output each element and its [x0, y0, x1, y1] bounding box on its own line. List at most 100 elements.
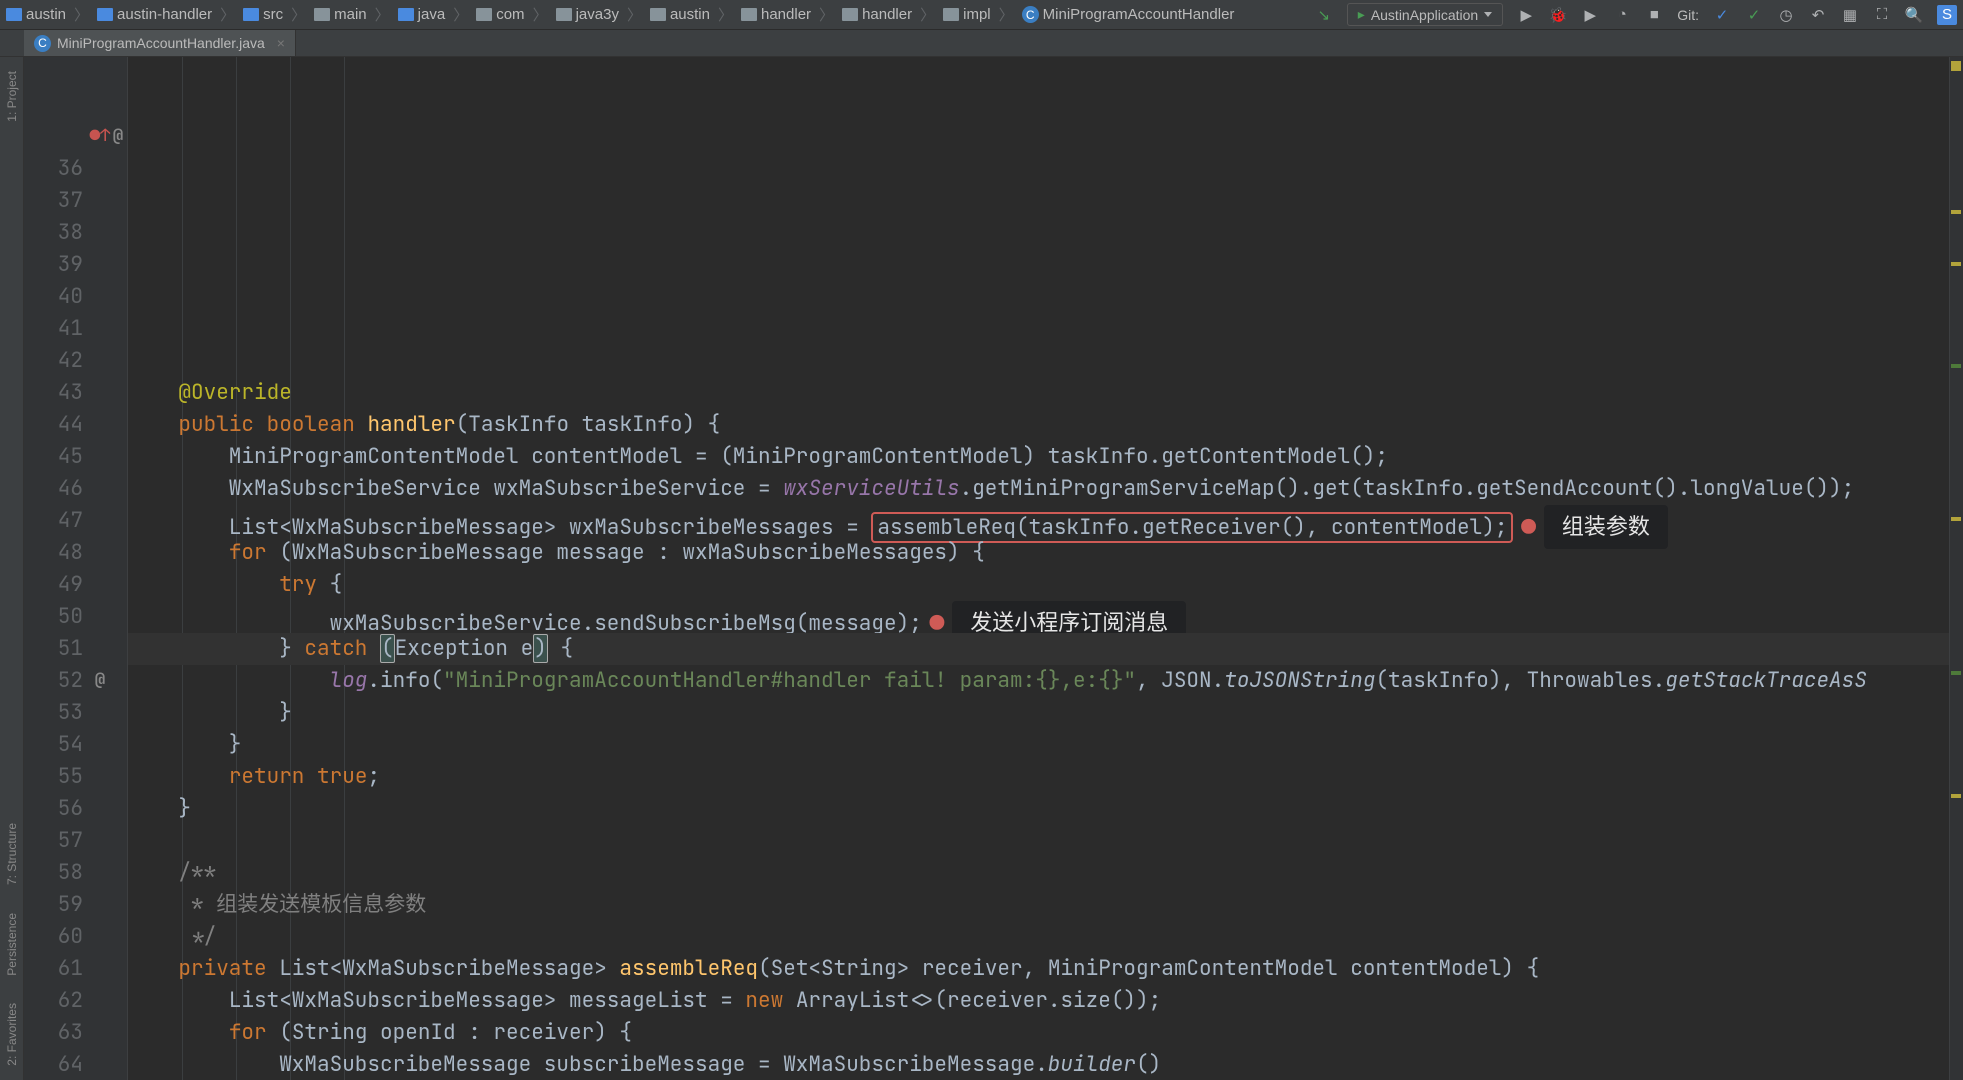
line-number[interactable]: 46: [24, 473, 83, 505]
code-line[interactable]: log.info("MiniProgramAccountHandler#hand…: [128, 665, 1949, 697]
line-number[interactable]: 60: [24, 921, 83, 953]
line-number[interactable]: 44: [24, 409, 83, 441]
crumb-austin-pkg[interactable]: austin〉: [650, 4, 737, 25]
git-history-icon[interactable]: ◷: [1777, 6, 1795, 24]
code-line[interactable]: }: [128, 729, 1949, 761]
marker-strip[interactable]: [1949, 57, 1963, 1080]
line-number[interactable]: 51: [24, 633, 83, 665]
line-number[interactable]: 56: [24, 793, 83, 825]
code-line[interactable]: MiniProgramContentModel contentModel = (…: [128, 441, 1949, 473]
code-line[interactable]: for (String openId : receiver) {: [128, 1017, 1949, 1049]
code-line[interactable]: [128, 345, 1949, 377]
revert-icon[interactable]: ↶: [1809, 6, 1827, 24]
code-line[interactable]: }: [128, 697, 1949, 729]
settings-icon[interactable]: S: [1937, 5, 1957, 25]
code-line[interactable]: } catch (Exception e) {: [128, 633, 1949, 665]
line-number[interactable]: 61: [24, 953, 83, 985]
line-number[interactable]: 36: [24, 153, 83, 185]
profile-button[interactable]: ◔: [1613, 6, 1631, 24]
code-line[interactable]: wxMaSubscribeService.sendSubscribeMsg(me…: [128, 601, 1949, 633]
line-number[interactable]: 63: [24, 1017, 83, 1049]
line-number[interactable]: 54: [24, 729, 83, 761]
line-number[interactable]: 45: [24, 441, 83, 473]
coverage-button[interactable]: ▶: [1581, 6, 1599, 24]
folder-icon: [398, 8, 414, 21]
line-number[interactable]: 37: [24, 185, 83, 217]
code-line[interactable]: return true;: [128, 761, 1949, 793]
crumb-handler-pkg[interactable]: handler〉: [741, 4, 838, 25]
tool-tab-persistence[interactable]: Persistence: [5, 913, 19, 976]
code-line[interactable]: * 组装发送模板信息参数: [128, 889, 1949, 921]
line-number[interactable]: 49: [24, 569, 83, 601]
editor[interactable]: ●↑ @ @ 363738394041424344454647484950515…: [24, 57, 1963, 1080]
tool-tab-project[interactable]: 1: Project: [5, 71, 19, 122]
breadcrumb: austin〉 austin-handler〉 src〉 main〉 java〉…: [6, 4, 1234, 25]
run-button[interactable]: ▶: [1517, 6, 1535, 24]
code-line[interactable]: public boolean handler(TaskInfo taskInfo…: [128, 409, 1949, 441]
code-line[interactable]: try {: [128, 569, 1949, 601]
debug-button[interactable]: 🐞: [1549, 6, 1567, 24]
code-line[interactable]: @Override: [128, 377, 1949, 409]
line-number[interactable]: 50: [24, 601, 83, 633]
line-number[interactable]: 42: [24, 345, 83, 377]
line-number[interactable]: 57: [24, 825, 83, 857]
code-area[interactable]: @Override public boolean handler(TaskInf…: [128, 57, 1949, 1080]
override-up-icon[interactable]: ●↑: [91, 127, 109, 145]
line-number[interactable]: 58: [24, 857, 83, 889]
git-commit-icon[interactable]: ✓: [1745, 6, 1763, 24]
line-number[interactable]: 43: [24, 377, 83, 409]
folder-icon: [650, 8, 666, 21]
close-icon[interactable]: ×: [277, 35, 285, 51]
folder-icon: [556, 8, 572, 21]
code-line[interactable]: [128, 825, 1949, 857]
crumb-austin[interactable]: austin〉: [6, 4, 93, 25]
build-icon[interactable]: ↘: [1315, 6, 1333, 24]
code-line[interactable]: List<WxMaSubscribeMessage> messageList =…: [128, 985, 1949, 1017]
crumb-java[interactable]: java〉: [398, 4, 473, 25]
crumb-java3y[interactable]: java3y〉: [556, 4, 646, 25]
code-line[interactable]: /**: [128, 857, 1949, 889]
line-number[interactable]: 59: [24, 889, 83, 921]
crumb-handler-pkg2[interactable]: handler〉: [842, 4, 939, 25]
line-number[interactable]: 38: [24, 217, 83, 249]
usage-at-icon[interactable]: @: [91, 671, 109, 689]
gutter[interactable]: ●↑ @ @ 363738394041424344454647484950515…: [24, 57, 128, 1080]
crumb-src[interactable]: src〉: [243, 4, 310, 25]
line-number[interactable]: 47: [24, 505, 83, 537]
search-icon[interactable]: 🔍: [1905, 6, 1923, 24]
line-number[interactable]: 53: [24, 697, 83, 729]
code-line[interactable]: for (WxMaSubscribeMessage message : wxMa…: [128, 537, 1949, 569]
code-line[interactable]: */: [128, 921, 1949, 953]
crumb-class[interactable]: CMiniProgramAccountHandler: [1022, 6, 1235, 23]
code-line[interactable]: WxMaSubscribeMessage subscribeMessage = …: [128, 1049, 1949, 1080]
analysis-status-icon: [1951, 61, 1961, 71]
stop-button[interactable]: ■: [1645, 6, 1663, 24]
tool-tab-structure[interactable]: 7: Structure: [5, 823, 19, 885]
line-number[interactable]: 39: [24, 249, 83, 281]
code-line[interactable]: }: [128, 793, 1949, 825]
toolbar-right: ↘ ▸ AustinApplication ▶ 🐞 ▶ ◔ ■ Git: ✓ ✓…: [1315, 3, 1957, 26]
tool-tab-favorites[interactable]: 2: Favorites: [5, 1003, 19, 1066]
override-at-icon[interactable]: @: [109, 127, 127, 145]
line-number[interactable]: 62: [24, 985, 83, 1017]
code-line[interactable]: List<WxMaSubscribeMessage> wxMaSubscribe…: [128, 505, 1949, 537]
crumb-impl[interactable]: impl〉: [943, 4, 1018, 25]
expand-icon[interactable]: ⛶: [1873, 6, 1891, 24]
git-update-icon[interactable]: ✓: [1713, 6, 1731, 24]
line-number[interactable]: 48: [24, 537, 83, 569]
line-number[interactable]: 52: [24, 665, 83, 697]
code-line[interactable]: private List<WxMaSubscribeMessage> assem…: [128, 953, 1949, 985]
crumb-austin-handler[interactable]: austin-handler〉: [97, 4, 239, 25]
code-line[interactable]: WxMaSubscribeService wxMaSubscribeServic…: [128, 473, 1949, 505]
tab-mini-program-handler[interactable]: C MiniProgramAccountHandler.java ×: [24, 30, 296, 56]
crumb-main[interactable]: main〉: [314, 4, 394, 25]
line-number[interactable]: 40: [24, 281, 83, 313]
run-config-select[interactable]: ▸ AustinApplication: [1347, 3, 1503, 26]
folder-icon: [842, 8, 858, 21]
line-number[interactable]: 64: [24, 1049, 83, 1080]
git-label: Git:: [1677, 7, 1699, 23]
line-number[interactable]: 41: [24, 313, 83, 345]
crumb-com[interactable]: com〉: [476, 4, 551, 25]
line-number[interactable]: 55: [24, 761, 83, 793]
more-icon[interactable]: ▦: [1841, 6, 1859, 24]
